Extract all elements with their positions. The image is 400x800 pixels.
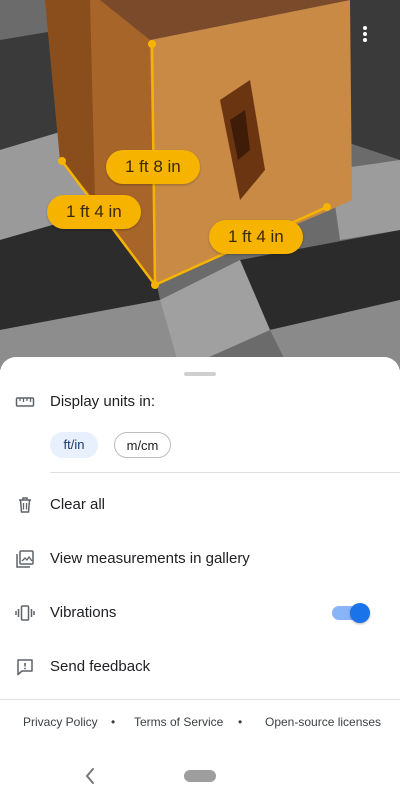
measurement-label-right-edge[interactable]: 1 ft 4 in bbox=[209, 220, 303, 254]
drag-handle[interactable] bbox=[184, 372, 216, 376]
send-feedback-label: Send feedback bbox=[50, 658, 151, 675]
display-units-row: Display units in: bbox=[0, 382, 400, 422]
unit-chip-ft-in[interactable]: ft/in bbox=[50, 432, 98, 458]
trash-icon bbox=[19, 497, 31, 513]
system-nav-bar bbox=[0, 752, 400, 800]
footer-separator: • bbox=[111, 715, 116, 729]
divider bbox=[50, 472, 400, 473]
clear-all-label: Clear all bbox=[50, 496, 106, 513]
view-gallery-button[interactable]: View measurements in gallery bbox=[0, 539, 400, 579]
footer-links: Privacy Policy • Terms of Service • Open… bbox=[0, 715, 400, 735]
ruler-icon bbox=[15, 397, 35, 407]
home-pill[interactable] bbox=[184, 770, 216, 782]
settings-sheet: Display units in: ft/in m/cm Clear all V… bbox=[0, 357, 400, 800]
terms-of-service-link[interactable]: Terms of Service bbox=[134, 715, 223, 729]
measurement-label-left-edge[interactable]: 1 ft 4 in bbox=[47, 195, 141, 229]
footer-divider bbox=[0, 699, 400, 700]
camera-scene bbox=[0, 0, 400, 370]
gallery-icon bbox=[16, 550, 34, 568]
clear-all-button[interactable]: Clear all bbox=[0, 485, 400, 525]
privacy-policy-link[interactable]: Privacy Policy bbox=[23, 715, 98, 729]
view-gallery-label: View measurements in gallery bbox=[50, 550, 250, 567]
back-chevron-icon[interactable] bbox=[82, 766, 98, 786]
vibrations-toggle[interactable] bbox=[332, 602, 370, 624]
display-units-label: Display units in: bbox=[50, 393, 156, 410]
vibrations-label: Vibrations bbox=[50, 604, 117, 621]
measurement-label-height[interactable]: 1 ft 8 in bbox=[106, 150, 200, 184]
feedback-icon bbox=[17, 659, 33, 676]
unit-chip-m-cm[interactable]: m/cm bbox=[114, 432, 171, 458]
camera-view[interactable]: 1 ft 8 in 1 ft 4 in 1 ft 4 in bbox=[0, 0, 400, 370]
overflow-menu-icon[interactable] bbox=[358, 24, 372, 48]
toggle-thumb bbox=[350, 603, 370, 623]
vibration-icon bbox=[15, 605, 35, 621]
send-feedback-button[interactable]: Send feedback bbox=[0, 647, 400, 687]
footer-separator: • bbox=[238, 715, 243, 729]
open-source-licenses-link[interactable]: Open-source licenses bbox=[265, 715, 381, 729]
